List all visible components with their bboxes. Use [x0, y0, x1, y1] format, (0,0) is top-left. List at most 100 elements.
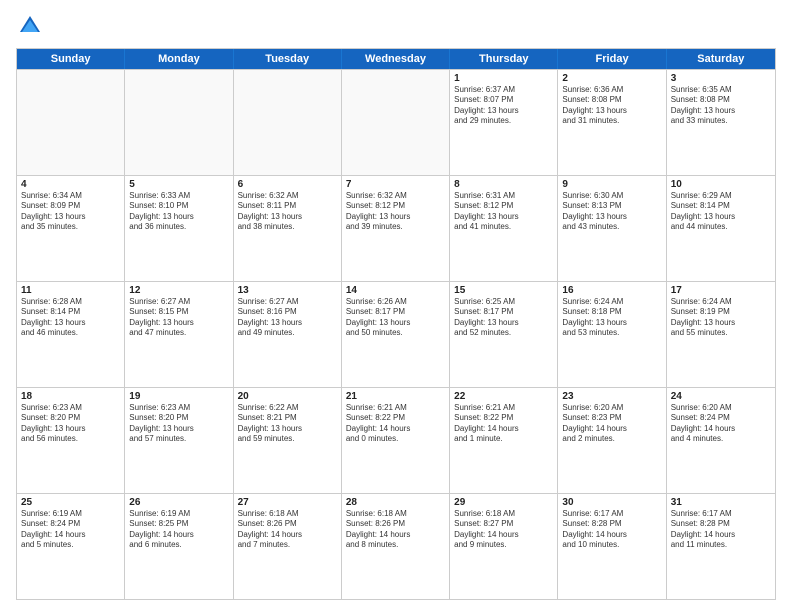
cell-info-line: and 39 minutes. — [346, 222, 445, 232]
cell-info-line: Sunrise: 6:29 AM — [671, 191, 771, 201]
calendar-cell-25: 25Sunrise: 6:19 AMSunset: 8:24 PMDayligh… — [17, 494, 125, 599]
cell-info-line: Sunrise: 6:18 AM — [346, 509, 445, 519]
cell-info-line: Daylight: 13 hours — [562, 106, 661, 116]
cell-info-line: and 41 minutes. — [454, 222, 553, 232]
cell-info-line: Daylight: 13 hours — [21, 318, 120, 328]
cell-info-line: and 56 minutes. — [21, 434, 120, 444]
calendar-cell-24: 24Sunrise: 6:20 AMSunset: 8:24 PMDayligh… — [667, 388, 775, 493]
day-number: 15 — [454, 285, 553, 296]
cell-info-line: Daylight: 13 hours — [562, 212, 661, 222]
cell-info-line: Daylight: 13 hours — [454, 212, 553, 222]
day-number: 28 — [346, 497, 445, 508]
calendar-cell-4: 4Sunrise: 6:34 AMSunset: 8:09 PMDaylight… — [17, 176, 125, 281]
cell-info-line: Daylight: 13 hours — [238, 318, 337, 328]
cell-info-line: Sunset: 8:18 PM — [562, 307, 661, 317]
cell-info-line: Sunset: 8:24 PM — [21, 519, 120, 529]
cell-info-line: and 55 minutes. — [671, 328, 771, 338]
calendar-row-1: 1Sunrise: 6:37 AMSunset: 8:07 PMDaylight… — [17, 69, 775, 175]
cell-info-line: and 44 minutes. — [671, 222, 771, 232]
calendar-cell-1: 1Sunrise: 6:37 AMSunset: 8:07 PMDaylight… — [450, 70, 558, 175]
day-number: 6 — [238, 179, 337, 190]
calendar-row-4: 18Sunrise: 6:23 AMSunset: 8:20 PMDayligh… — [17, 387, 775, 493]
cell-info-line: Sunset: 8:13 PM — [562, 201, 661, 211]
cell-info-line: Sunrise: 6:24 AM — [671, 297, 771, 307]
cell-info-line: Sunset: 8:20 PM — [21, 413, 120, 423]
cell-info-line: Sunrise: 6:18 AM — [454, 509, 553, 519]
calendar-cell-27: 27Sunrise: 6:18 AMSunset: 8:26 PMDayligh… — [234, 494, 342, 599]
cell-info-line: Daylight: 13 hours — [562, 318, 661, 328]
cell-info-line: Sunset: 8:22 PM — [346, 413, 445, 423]
logo — [16, 12, 48, 40]
cell-info-line: Sunset: 8:26 PM — [346, 519, 445, 529]
cell-info-line: and 8 minutes. — [346, 540, 445, 550]
calendar-cell-16: 16Sunrise: 6:24 AMSunset: 8:18 PMDayligh… — [558, 282, 666, 387]
calendar-cell-13: 13Sunrise: 6:27 AMSunset: 8:16 PMDayligh… — [234, 282, 342, 387]
cell-info-line: Sunrise: 6:35 AM — [671, 85, 771, 95]
cell-info-line: Sunrise: 6:27 AM — [129, 297, 228, 307]
calendar-body: 1Sunrise: 6:37 AMSunset: 8:07 PMDaylight… — [17, 69, 775, 599]
cell-info-line: and 46 minutes. — [21, 328, 120, 338]
day-number: 25 — [21, 497, 120, 508]
cell-info-line: Daylight: 13 hours — [671, 212, 771, 222]
cell-info-line: Daylight: 14 hours — [238, 530, 337, 540]
cell-info-line: Sunset: 8:10 PM — [129, 201, 228, 211]
day-number: 17 — [671, 285, 771, 296]
cell-info-line: Sunrise: 6:24 AM — [562, 297, 661, 307]
calendar-cell-20: 20Sunrise: 6:22 AMSunset: 8:21 PMDayligh… — [234, 388, 342, 493]
cell-info-line: Sunrise: 6:37 AM — [454, 85, 553, 95]
cell-info-line: Sunset: 8:23 PM — [562, 413, 661, 423]
cell-info-line: and 35 minutes. — [21, 222, 120, 232]
cell-info-line: Sunrise: 6:34 AM — [21, 191, 120, 201]
cell-info-line: Sunset: 8:14 PM — [21, 307, 120, 317]
cell-info-line: and 33 minutes. — [671, 116, 771, 126]
cell-info-line: Daylight: 14 hours — [562, 530, 661, 540]
cell-info-line: and 29 minutes. — [454, 116, 553, 126]
cell-info-line: Sunrise: 6:22 AM — [238, 403, 337, 413]
calendar-cell-empty-0-2 — [234, 70, 342, 175]
calendar-cell-26: 26Sunrise: 6:19 AMSunset: 8:25 PMDayligh… — [125, 494, 233, 599]
calendar-cell-2: 2Sunrise: 6:36 AMSunset: 8:08 PMDaylight… — [558, 70, 666, 175]
cell-info-line: Daylight: 13 hours — [129, 424, 228, 434]
cell-info-line: Daylight: 13 hours — [454, 318, 553, 328]
cell-info-line: Sunset: 8:12 PM — [454, 201, 553, 211]
day-number: 18 — [21, 391, 120, 402]
cell-info-line: and 2 minutes. — [562, 434, 661, 444]
day-number: 7 — [346, 179, 445, 190]
calendar-cell-12: 12Sunrise: 6:27 AMSunset: 8:15 PMDayligh… — [125, 282, 233, 387]
cell-info-line: Sunrise: 6:30 AM — [562, 191, 661, 201]
cell-info-line: Daylight: 13 hours — [21, 212, 120, 222]
cell-info-line: and 10 minutes. — [562, 540, 661, 550]
cell-info-line: Daylight: 13 hours — [129, 318, 228, 328]
calendar-cell-19: 19Sunrise: 6:23 AMSunset: 8:20 PMDayligh… — [125, 388, 233, 493]
cell-info-line: Sunset: 8:28 PM — [671, 519, 771, 529]
cell-info-line: Daylight: 14 hours — [562, 424, 661, 434]
cell-info-line: and 1 minute. — [454, 434, 553, 444]
cell-info-line: Sunrise: 6:27 AM — [238, 297, 337, 307]
weekday-header-friday: Friday — [558, 49, 666, 69]
cell-info-line: and 43 minutes. — [562, 222, 661, 232]
day-number: 20 — [238, 391, 337, 402]
day-number: 23 — [562, 391, 661, 402]
day-number: 24 — [671, 391, 771, 402]
calendar-cell-31: 31Sunrise: 6:17 AMSunset: 8:28 PMDayligh… — [667, 494, 775, 599]
cell-info-line: Sunset: 8:07 PM — [454, 95, 553, 105]
cell-info-line: and 6 minutes. — [129, 540, 228, 550]
cell-info-line: and 11 minutes. — [671, 540, 771, 550]
cell-info-line: and 0 minutes. — [346, 434, 445, 444]
calendar-row-5: 25Sunrise: 6:19 AMSunset: 8:24 PMDayligh… — [17, 493, 775, 599]
cell-info-line: Sunset: 8:24 PM — [671, 413, 771, 423]
day-number: 4 — [21, 179, 120, 190]
cell-info-line: Daylight: 13 hours — [238, 424, 337, 434]
calendar-cell-28: 28Sunrise: 6:18 AMSunset: 8:26 PMDayligh… — [342, 494, 450, 599]
cell-info-line: and 5 minutes. — [21, 540, 120, 550]
calendar-cell-11: 11Sunrise: 6:28 AMSunset: 8:14 PMDayligh… — [17, 282, 125, 387]
cell-info-line: Daylight: 14 hours — [21, 530, 120, 540]
calendar-row-2: 4Sunrise: 6:34 AMSunset: 8:09 PMDaylight… — [17, 175, 775, 281]
calendar-row-3: 11Sunrise: 6:28 AMSunset: 8:14 PMDayligh… — [17, 281, 775, 387]
cell-info-line: Daylight: 13 hours — [346, 318, 445, 328]
day-number: 14 — [346, 285, 445, 296]
weekday-header-monday: Monday — [125, 49, 233, 69]
cell-info-line: Daylight: 14 hours — [671, 530, 771, 540]
calendar-cell-30: 30Sunrise: 6:17 AMSunset: 8:28 PMDayligh… — [558, 494, 666, 599]
cell-info-line: Sunrise: 6:25 AM — [454, 297, 553, 307]
